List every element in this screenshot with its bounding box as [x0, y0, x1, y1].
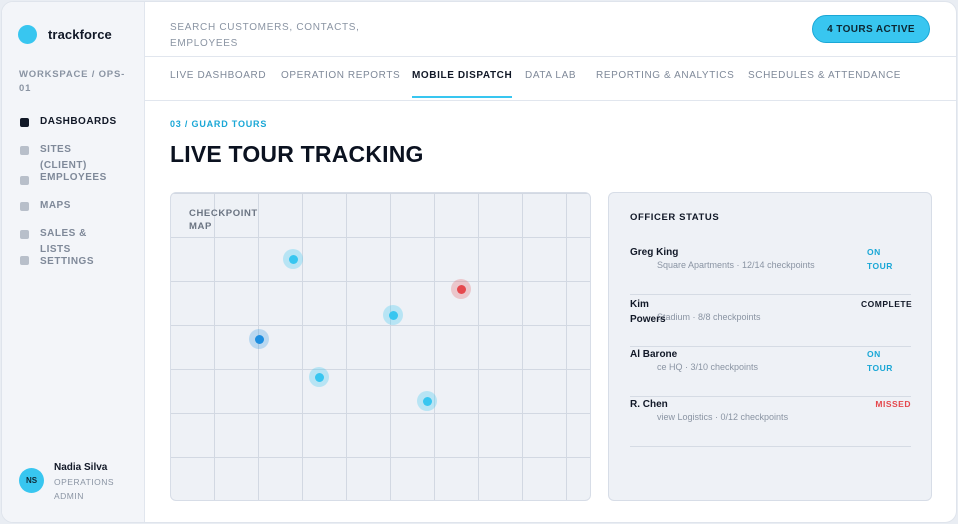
brand-name: trackforce [48, 27, 112, 42]
sidebar-item-label: (CLIENT) EMPLOYEES [40, 160, 107, 183]
search-input[interactable]: SEARCH CUSTOMERS, CONTACTS, EMPLOYEES [170, 20, 375, 52]
tours-active-badge[interactable]: 4 TOURS ACTIVE [812, 15, 930, 43]
officer-name: Greg King [630, 247, 679, 258]
checkpoint-map[interactable]: CHECKPOINT MAP [170, 192, 591, 501]
page-title: LIVE TOUR TRACKING [170, 141, 424, 167]
officer-row[interactable]: Square Apartments · 12/14 checkpoints Gr… [630, 245, 911, 295]
tab-bar: LIVE DASHBOARD OPERATION REPORTS MOBILE … [145, 57, 956, 101]
officer-name: R. Chen [630, 399, 668, 410]
sidebar-item-maps[interactable]: MAPS [19, 199, 139, 227]
tab-reporting-analytics[interactable]: REPORTING & ANALYTICS [596, 70, 734, 98]
tab-mobile-dispatch[interactable]: MOBILE DISPATCH [412, 70, 513, 98]
user-name: Nadia Silva [54, 462, 108, 473]
status-badge: COMPLETE [861, 299, 913, 309]
pin-icon [314, 372, 324, 382]
sidebar-item-label: SITES [40, 144, 72, 155]
checkpoint-pin-missed[interactable] [451, 279, 471, 299]
officer-status-panel: OFFICER STATUS Square Apartments · 12/14… [608, 192, 932, 501]
status-badge: MISSED [875, 399, 911, 409]
settings-icon [20, 256, 29, 265]
brand[interactable]: trackforce [18, 25, 112, 44]
sidebar-item-lists-settings[interactable]: LISTS SETTINGS [19, 243, 139, 271]
sales-icon [20, 230, 29, 239]
tab-operation-reports[interactable]: OPERATION REPORTS [281, 70, 400, 98]
sidebar-item-dashboards[interactable]: DASHBOARDS [19, 115, 139, 143]
pin-icon [288, 254, 298, 264]
sidebar-nav: DASHBOARDS SITES (CLIENT) EMPLOYEES MAPS… [19, 115, 139, 271]
checkpoint-pin[interactable] [283, 249, 303, 269]
officer-detail: ce HQ · 3/10 checkpoints [657, 362, 759, 372]
officer-row[interactable]: view Logistics · 0/12 checkpoints R. Che… [630, 397, 911, 447]
status-badge: ON TOUR [867, 247, 893, 271]
status-badge: ON TOUR [867, 349, 893, 373]
maps-icon [20, 202, 29, 211]
officer-row[interactable]: Stadium · 8/8 checkpoints Kim Powers COM… [630, 297, 913, 347]
employees-icon [20, 176, 29, 185]
sidebar-item-sales[interactable]: SALES & [19, 227, 139, 243]
officer-name: Al Barone [630, 349, 678, 360]
sidebar: trackforce WORKSPACE / OPS-01 DASHBOARDS… [2, 2, 145, 522]
dashboards-icon [20, 118, 29, 127]
brand-logo-icon [18, 25, 37, 44]
pin-icon [456, 284, 466, 294]
sidebar-item-label: LISTS SETTINGS [40, 244, 95, 267]
tab-data-lab[interactable]: DATA LAB [525, 70, 576, 98]
sidebar-item-label: MAPS [40, 200, 71, 211]
map-title: CHECKPOINT MAP [189, 208, 258, 232]
sidebar-item-employees[interactable]: (CLIENT) EMPLOYEES [19, 159, 139, 199]
checkpoint-pin[interactable] [309, 367, 329, 387]
sidebar-item-sites[interactable]: SITES [19, 143, 139, 159]
checkpoint-pin[interactable] [383, 305, 403, 325]
sidebar-item-label: SALES & [40, 228, 87, 239]
panel-title: OFFICER STATUS [630, 212, 720, 223]
user-role: OPERATIONS ADMIN [54, 477, 115, 501]
tab-live-dashboard[interactable]: LIVE DASHBOARD [170, 70, 266, 98]
pin-icon [254, 334, 264, 344]
app-window: trackforce WORKSPACE / OPS-01 DASHBOARDS… [1, 1, 957, 523]
sidebar-item-label: DASHBOARDS [40, 116, 117, 127]
checkpoint-pin[interactable] [417, 391, 437, 411]
checkpoint-pin-active[interactable] [249, 329, 269, 349]
workspace-label: WORKSPACE / OPS-01 [19, 69, 126, 94]
officer-detail: view Logistics · 0/12 checkpoints [657, 412, 789, 422]
officer-detail: Square Apartments · 12/14 checkpoints [657, 260, 815, 270]
tab-schedules-attendance[interactable]: SCHEDULES & ATTENDANCE [748, 70, 901, 98]
top-bar: SEARCH CUSTOMERS, CONTACTS, EMPLOYEES 4 … [145, 2, 956, 57]
breadcrumb[interactable]: 03 / GUARD TOURS [170, 119, 267, 129]
pin-icon [388, 310, 398, 320]
pin-icon [422, 396, 432, 406]
officer-row[interactable]: ce HQ · 3/10 checkpoints Al Barone ON TO… [630, 347, 911, 397]
sites-icon [20, 146, 29, 155]
avatar: NS [19, 468, 44, 493]
officer-name: Kim Powers [630, 299, 666, 325]
